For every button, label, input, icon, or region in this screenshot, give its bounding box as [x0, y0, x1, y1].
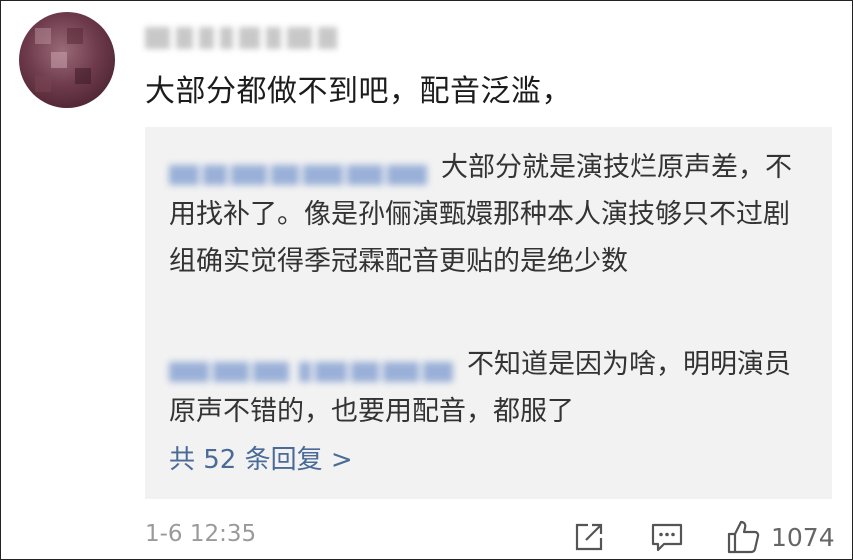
comment-button[interactable]	[650, 517, 684, 557]
share-icon	[572, 520, 606, 554]
username-blurred[interactable]	[145, 21, 338, 55]
avatar[interactable]	[19, 12, 115, 108]
thumbs-up-icon	[725, 519, 761, 555]
reply-item[interactable]: 不知道是因为啥，明明演员原声不错的，也要用配音，都服了	[169, 341, 809, 435]
comment-text: 大部分都做不到吧，配音泛滥，	[145, 74, 572, 109]
reply-preview-box[interactable]: 大部分就是演技烂原声差，不用找补了。像是孙俪演甄嬛那种本人演技够只不过剧组确实觉…	[145, 127, 832, 499]
view-all-replies-link[interactable]: 共 52 条回复 >	[169, 440, 353, 480]
timestamp: 1-6 12:35	[145, 521, 257, 547]
comment-footer: 1-6 12:35 1074	[145, 517, 835, 557]
reply-item[interactable]: 大部分就是演技烂原声差，不用找补了。像是孙俪演甄嬛那种本人演技够只不过剧组确实觉…	[169, 144, 809, 285]
like-button[interactable]: 1074	[725, 517, 835, 557]
reply-username-blurred[interactable]	[169, 153, 427, 185]
share-button[interactable]	[572, 517, 606, 557]
like-count: 1074	[771, 522, 835, 552]
comment-icon	[650, 520, 684, 554]
reply-username-blurred[interactable]	[169, 350, 453, 382]
comment-card: 大部分都做不到吧，配音泛滥， 大部分就是演技烂原声差，不用找补了。像是孙俪演甄嬛…	[0, 0, 853, 560]
